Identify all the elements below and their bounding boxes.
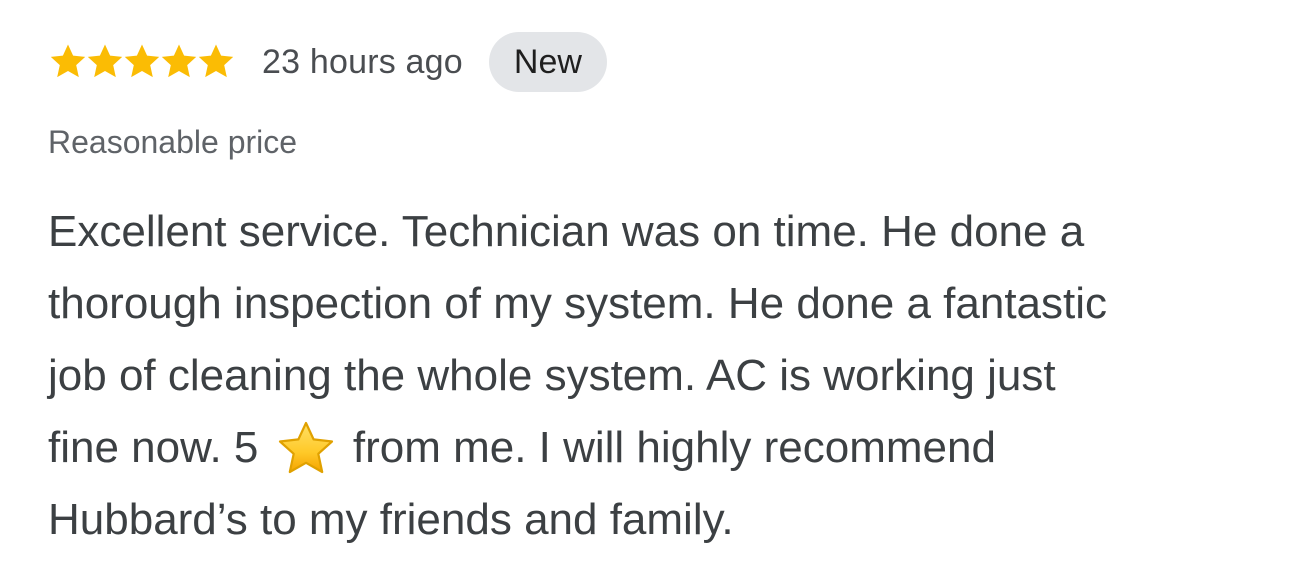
review-text-line: Hubbard’s to my friends and family. bbox=[48, 495, 734, 544]
review-card: 23 hours ago New Reasonable price Excell… bbox=[0, 0, 1290, 574]
review-text-fragment: fine now. 5 bbox=[48, 423, 259, 472]
star-icon bbox=[122, 42, 162, 82]
star-icon bbox=[48, 42, 88, 82]
star-rating bbox=[48, 42, 236, 82]
review-timestamp: 23 hours ago bbox=[262, 42, 463, 81]
review-text-line: fine now. 5 from me. I will highly recom… bbox=[48, 412, 1258, 484]
star-icon bbox=[159, 42, 199, 82]
review-text: Excellent service. Technician was on tim… bbox=[48, 196, 1258, 556]
star-icon bbox=[85, 42, 125, 82]
review-text-line: thorough inspection of my system. He don… bbox=[48, 279, 1108, 328]
new-badge: New bbox=[488, 32, 607, 92]
review-text-line: Excellent service. Technician was on tim… bbox=[48, 207, 1085, 256]
review-text-line: job of cleaning the whole system. AC is … bbox=[48, 351, 1056, 400]
star-emoji-icon bbox=[275, 420, 337, 476]
star-icon bbox=[196, 42, 236, 82]
review-tag: Reasonable price bbox=[48, 124, 298, 160]
review-header: 23 hours ago New bbox=[48, 32, 607, 92]
review-text-fragment: from me. I will highly recommend bbox=[352, 423, 996, 472]
